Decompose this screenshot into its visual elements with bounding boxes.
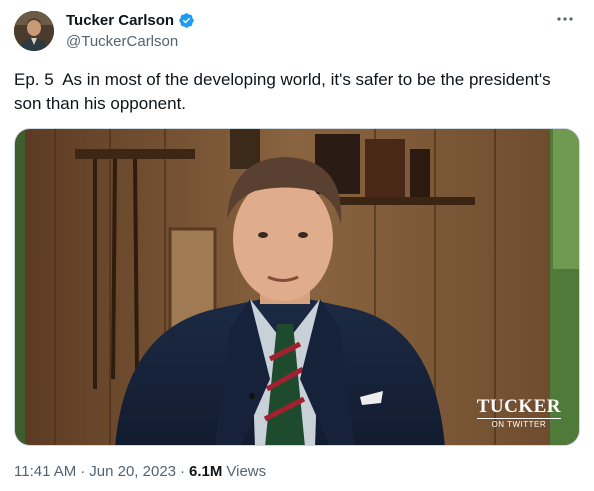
tweet-header: Tucker Carlson @TuckerCarlson <box>14 10 580 52</box>
watermark-title: TUCKER <box>476 396 561 417</box>
verified-badge-icon <box>178 12 195 29</box>
name-row: Tucker Carlson <box>66 11 195 30</box>
author-display-name[interactable]: Tucker Carlson <box>66 12 174 29</box>
author-handle[interactable]: @TuckerCarlson <box>66 33 195 50</box>
watermark-subtitle: ON TWITTER <box>476 418 561 429</box>
author-avatar[interactable] <box>14 11 54 51</box>
author-info: Tucker Carlson @TuckerCarlson <box>66 11 195 50</box>
meta-separator: · <box>80 463 86 480</box>
tweet-time[interactable]: 11:41 AM <box>14 463 76 480</box>
tweet-date[interactable]: Jun 20, 2023 <box>89 463 176 480</box>
video-watermark: TUCKER ON TWITTER <box>476 396 561 429</box>
more-dots-icon <box>557 17 573 21</box>
views-label: Views <box>226 463 267 480</box>
views-count[interactable]: 6.1M <box>189 463 222 480</box>
meta-separator: · <box>180 463 186 480</box>
tweet-meta: 11:41 AM · Jun 20, 2023 · 6.1M Views <box>14 463 266 480</box>
more-options-button[interactable] <box>554 10 576 28</box>
tweet-text: Ep. 5 As in most of the developing world… <box>14 70 556 113</box>
tweet-video[interactable]: TUCKER ON TWITTER <box>14 128 580 446</box>
avatar-image <box>14 11 54 51</box>
